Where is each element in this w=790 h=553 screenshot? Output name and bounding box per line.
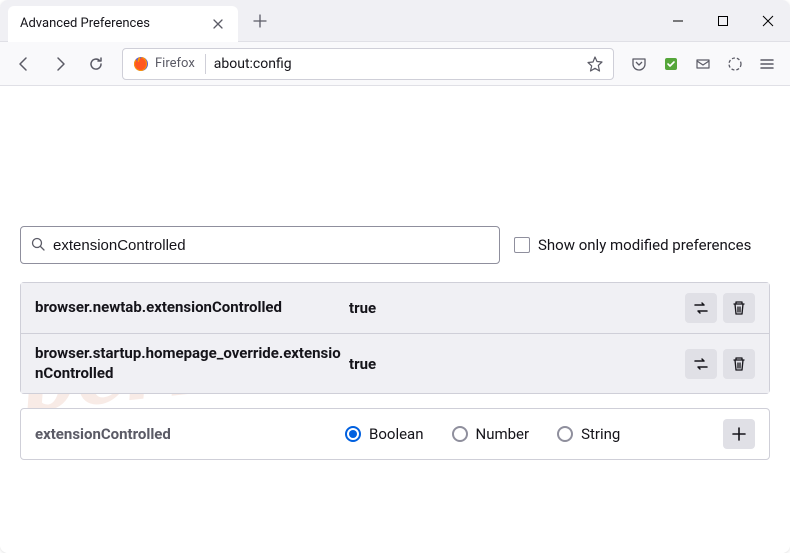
mail-button[interactable] [688,49,718,79]
radio-icon [345,426,361,442]
search-row: Show only modified preferences [20,226,770,264]
radio-label: Boolean [369,425,424,443]
content-area: pcrisk.com Show only modified preference… [0,86,790,553]
bookmark-star-button[interactable] [581,50,609,78]
toggle-button[interactable] [685,293,717,323]
search-input[interactable] [53,237,489,254]
checkbox-icon [514,237,530,253]
modified-only-checkbox[interactable]: Show only modified preferences [514,236,751,254]
pref-actions [685,293,755,323]
close-tab-button[interactable] [210,16,226,32]
new-tab-button[interactable] [246,7,274,35]
radio-label: Number [476,425,530,443]
modified-only-label: Show only modified preferences [538,236,751,254]
url-text: about:config [214,56,581,72]
radio-icon [452,426,468,442]
type-radio-group: Boolean Number String [345,425,723,443]
pref-name: browser.newtab.extensionControlled [35,298,345,318]
identity-box[interactable]: Firefox [127,54,206,74]
toolbar-icons [624,49,782,79]
new-pref-name: extensionControlled [35,425,345,443]
radio-label: String [581,425,620,443]
prefs-table: browser.newtab.extensionControlled true … [20,282,770,394]
window-controls [655,2,790,40]
forward-button[interactable] [44,48,76,80]
browser-window: Advanced Preferences [0,0,790,553]
delete-button[interactable] [723,349,755,379]
close-window-button[interactable] [745,2,790,40]
pref-value: true [345,299,685,317]
pref-row: browser.newtab.extensionControlled true [21,283,769,334]
minimize-button[interactable] [655,2,700,40]
toggle-button[interactable] [685,349,717,379]
url-bar[interactable]: Firefox about:config [122,48,614,80]
account-button[interactable] [720,49,750,79]
tab-title: Advanced Preferences [20,16,150,31]
pref-actions [685,349,755,379]
search-box[interactable] [20,226,500,264]
menu-button[interactable] [752,49,782,79]
radio-boolean[interactable]: Boolean [345,425,424,443]
firefox-logo-icon [133,56,149,72]
back-button[interactable] [8,48,40,80]
titlebar: Advanced Preferences [0,0,790,42]
nav-toolbar: Firefox about:config [0,42,790,86]
pref-name: browser.startup.homepage_override.extens… [35,344,345,383]
search-icon [31,236,45,255]
radio-icon [557,426,573,442]
browser-tab[interactable]: Advanced Preferences [8,6,238,42]
identity-label: Firefox [155,56,195,71]
new-pref-row: extensionControlled Boolean Number Strin… [20,408,770,460]
delete-button[interactable] [723,293,755,323]
extension-button[interactable] [656,49,686,79]
radio-string[interactable]: String [557,425,620,443]
radio-number[interactable]: Number [452,425,530,443]
pref-value: true [345,355,685,373]
add-button[interactable] [723,419,755,449]
pref-row: browser.startup.homepage_override.extens… [21,334,769,393]
reload-button[interactable] [80,48,112,80]
maximize-button[interactable] [700,2,745,40]
pocket-button[interactable] [624,49,654,79]
